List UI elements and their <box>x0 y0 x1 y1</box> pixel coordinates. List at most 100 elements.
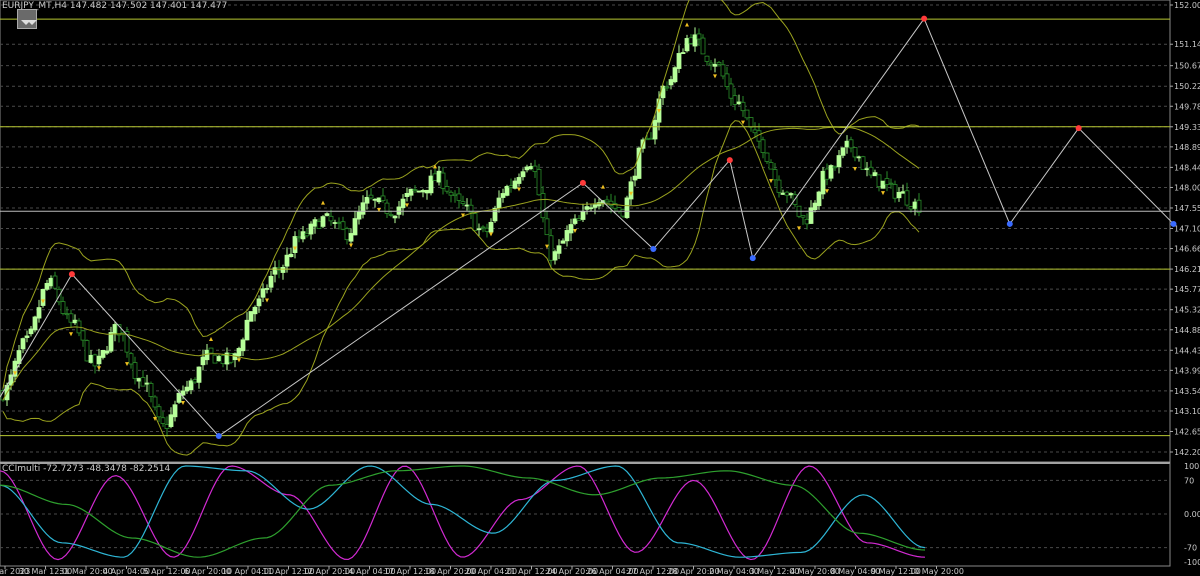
candle[interactable] <box>280 267 286 273</box>
candle[interactable] <box>652 119 658 140</box>
candle[interactable] <box>816 191 822 207</box>
candle[interactable] <box>352 218 358 236</box>
candle[interactable] <box>236 348 242 357</box>
candle[interactable] <box>500 193 506 198</box>
candle[interactable] <box>720 64 726 77</box>
candle[interactable] <box>864 168 870 171</box>
candle[interactable] <box>588 207 594 210</box>
candle[interactable] <box>692 34 698 47</box>
candle[interactable] <box>368 194 374 199</box>
candle[interactable] <box>376 197 382 203</box>
candle[interactable] <box>344 228 350 241</box>
candle[interactable] <box>28 328 34 335</box>
candle[interactable] <box>424 189 430 194</box>
candle[interactable] <box>356 211 362 220</box>
candle[interactable] <box>264 288 270 290</box>
candle[interactable] <box>580 211 586 220</box>
candle[interactable] <box>212 354 218 364</box>
candle[interactable] <box>800 215 806 218</box>
candle[interactable] <box>248 311 254 322</box>
candle[interactable] <box>64 313 70 316</box>
candle[interactable] <box>432 173 438 181</box>
candle[interactable] <box>584 206 590 210</box>
candle[interactable] <box>772 169 778 181</box>
candle[interactable] <box>372 198 378 201</box>
candle[interactable] <box>156 406 162 418</box>
candle[interactable] <box>96 355 102 365</box>
candle[interactable] <box>108 332 114 352</box>
candle[interactable] <box>832 166 838 169</box>
candle[interactable] <box>140 377 146 387</box>
candle[interactable] <box>604 199 610 203</box>
candle[interactable] <box>628 181 634 200</box>
collapse-arrows-icon[interactable] <box>17 9 37 29</box>
candle[interactable] <box>52 275 58 289</box>
candle[interactable] <box>436 170 442 183</box>
candle[interactable] <box>696 33 702 40</box>
candle[interactable] <box>732 95 738 105</box>
candle[interactable] <box>88 354 94 363</box>
candle[interactable] <box>576 218 582 221</box>
candle[interactable] <box>20 338 26 350</box>
candle[interactable] <box>188 380 194 391</box>
candle[interactable] <box>308 223 314 235</box>
candle[interactable] <box>324 213 330 216</box>
candle[interactable] <box>768 162 774 170</box>
candle[interactable] <box>540 193 546 219</box>
candle[interactable] <box>680 52 686 54</box>
candle[interactable] <box>512 180 518 189</box>
candle[interactable] <box>896 192 902 199</box>
candle[interactable] <box>220 355 226 364</box>
candle[interactable] <box>172 404 178 418</box>
candle[interactable] <box>100 349 106 358</box>
candle[interactable] <box>544 218 550 236</box>
candle[interactable] <box>848 139 854 149</box>
price-chart-pane[interactable]: 152.000 151.140 150.670 150.220 149.780 149.3… <box>0 0 1200 464</box>
candle[interactable] <box>48 277 54 287</box>
candle[interactable] <box>128 353 134 365</box>
candle[interactable] <box>380 195 386 201</box>
candle[interactable] <box>148 383 154 397</box>
candle[interactable] <box>508 185 514 188</box>
candle[interactable] <box>496 197 502 209</box>
candle[interactable] <box>364 196 370 204</box>
candle[interactable] <box>92 354 98 367</box>
candle[interactable] <box>400 198 406 208</box>
candle[interactable] <box>560 240 566 244</box>
candle[interactable] <box>688 37 694 44</box>
candle[interactable] <box>556 245 562 254</box>
candle[interactable] <box>192 379 198 383</box>
candle[interactable] <box>208 347 214 354</box>
candle[interactable] <box>504 186 510 196</box>
candle[interactable] <box>168 414 174 427</box>
candle[interactable] <box>872 172 878 177</box>
candle[interactable] <box>68 313 74 323</box>
candle[interactable] <box>912 201 918 209</box>
candle[interactable] <box>256 298 262 307</box>
candle[interactable] <box>340 221 346 230</box>
candle[interactable] <box>176 392 182 403</box>
candle[interactable] <box>392 215 398 219</box>
candle[interactable] <box>616 207 622 212</box>
candle[interactable] <box>260 288 266 298</box>
cci-indicator-pane[interactable]: 29 Mar 202330 Mar 12:0031 Mar 20:004 Apr… <box>0 462 1200 576</box>
candle[interactable] <box>200 356 206 366</box>
candle[interactable] <box>860 156 866 170</box>
candle[interactable] <box>672 67 678 83</box>
candle[interactable] <box>72 319 78 324</box>
candle[interactable] <box>632 175 638 181</box>
candle[interactable] <box>700 37 706 55</box>
candle[interactable] <box>624 197 630 219</box>
candle[interactable] <box>492 207 498 222</box>
candle[interactable] <box>268 275 274 288</box>
candle[interactable] <box>716 62 722 65</box>
candle[interactable] <box>296 236 302 239</box>
candle[interactable] <box>776 179 782 193</box>
candle[interactable] <box>476 228 482 231</box>
candle[interactable] <box>104 350 110 354</box>
candle[interactable] <box>300 231 306 240</box>
candle[interactable] <box>320 216 326 227</box>
candle[interactable] <box>428 175 434 194</box>
candle[interactable] <box>152 396 158 408</box>
candle[interactable] <box>408 188 414 196</box>
